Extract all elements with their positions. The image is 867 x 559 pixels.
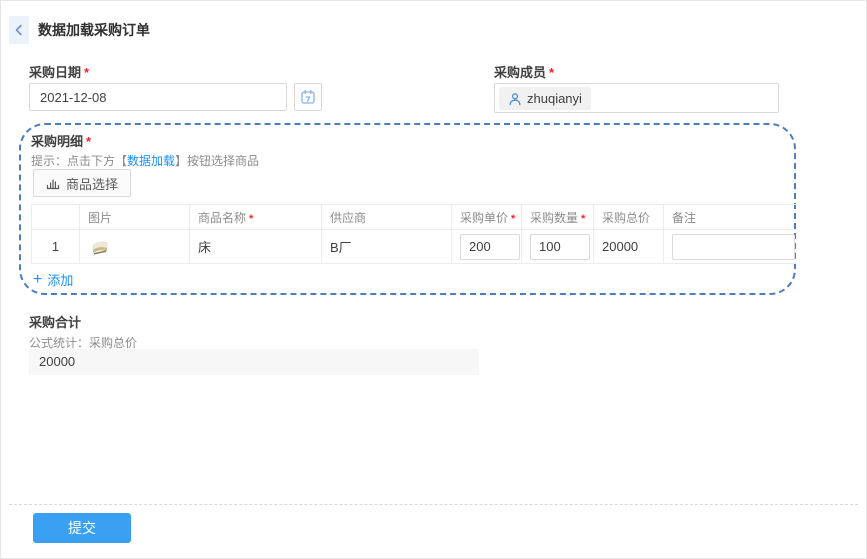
required-asterisk: * — [511, 213, 515, 225]
row-image-cell — [80, 230, 190, 264]
remark-input[interactable] — [672, 234, 795, 260]
row-unit-price-cell — [452, 230, 522, 264]
detail-hint-text: 提示：点击下方【数据加载】按钮选择商品 — [31, 152, 259, 169]
required-asterisk: * — [549, 65, 554, 80]
purchase-date-label: 采购日期* — [29, 62, 89, 81]
row-supplier: B厂 — [322, 230, 452, 264]
required-asterisk: * — [581, 213, 585, 225]
required-asterisk: * — [84, 65, 89, 80]
table-row: 1 床 B厂 20000 — [32, 230, 797, 264]
purchase-member-label: 采购成员* — [494, 62, 554, 81]
detail-table: 图片 商品名称* 供应商 采购单价* 采购数量* 采购总价 备注 1 — [31, 204, 797, 264]
plus-icon: + — [33, 273, 42, 287]
back-button[interactable] — [9, 16, 29, 44]
required-asterisk: * — [86, 134, 91, 149]
member-chip[interactable]: zhuqianyi — [499, 87, 591, 110]
row-quantity-cell — [522, 230, 594, 264]
purchase-order-form-page: 数据加载采购订单 采购日期* 采购成员* zhuqianyi 采购明 — [0, 0, 867, 559]
purchase-total-value: 20000 — [29, 349, 479, 375]
purchase-detail-label: 采购明细* — [31, 131, 91, 150]
quantity-input[interactable] — [530, 234, 590, 260]
col-header-unit-price: 采购单价* — [452, 205, 522, 230]
col-header-quantity: 采购数量* — [522, 205, 594, 230]
row-remark-cell — [664, 230, 797, 264]
col-header-total-price: 采购总价 — [594, 205, 664, 230]
purchase-member-input[interactable]: zhuqianyi — [494, 83, 779, 113]
page-title: 数据加载采购订单 — [38, 22, 150, 38]
unit-price-input[interactable] — [460, 234, 520, 260]
row-total-price: 20000 — [594, 230, 664, 264]
purchase-total-label: 采购合计 — [29, 312, 81, 331]
col-header-image: 图片 — [80, 205, 190, 230]
col-header-remark: 备注 — [664, 205, 797, 230]
product-select-label: 商品选择 — [66, 174, 118, 193]
chevron-left-icon — [13, 24, 25, 36]
member-name: zhuqianyi — [527, 91, 582, 106]
add-row-link[interactable]: + 添加 — [33, 270, 73, 289]
bar-chart-icon — [46, 176, 60, 190]
submit-button[interactable]: 提交 — [33, 513, 131, 543]
calendar-icon — [300, 89, 316, 105]
row-product-name: 床 — [190, 230, 322, 264]
product-bed-photo — [88, 235, 112, 259]
product-select-button[interactable]: 商品选择 — [33, 169, 131, 197]
table-header-row: 图片 商品名称* 供应商 采购单价* 采购数量* 采购总价 备注 — [32, 205, 797, 230]
add-link-label: 添加 — [47, 270, 73, 289]
data-load-hint-keyword: 数据加载 — [127, 154, 175, 168]
purchase-date-input[interactable] — [29, 83, 287, 111]
col-header-index — [32, 205, 80, 230]
person-icon — [508, 92, 522, 106]
row-index: 1 — [32, 230, 80, 264]
required-asterisk: * — [249, 213, 253, 225]
footer-divider — [9, 504, 858, 505]
calendar-picker-button[interactable] — [294, 83, 322, 111]
col-header-product-name: 商品名称* — [190, 205, 322, 230]
col-header-supplier: 供应商 — [322, 205, 452, 230]
